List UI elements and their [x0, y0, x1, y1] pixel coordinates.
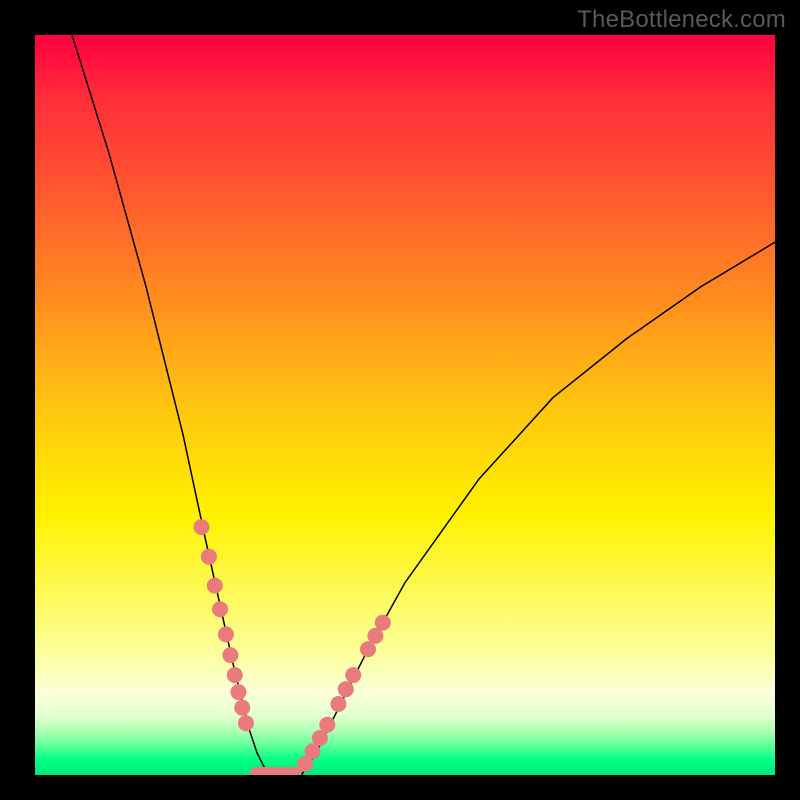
data-marker	[238, 715, 254, 731]
watermark-text: TheBottleneck.com	[577, 6, 786, 34]
bottleneck-curve	[72, 35, 775, 775]
data-marker	[231, 684, 247, 700]
data-marker	[222, 647, 238, 663]
data-marker	[207, 578, 223, 594]
curve-svg	[35, 35, 775, 775]
plot-area	[35, 35, 775, 775]
data-marker	[234, 700, 250, 716]
valley-bottom-band	[250, 767, 302, 775]
data-marker	[227, 667, 243, 683]
data-marker	[194, 519, 210, 535]
data-marker	[218, 626, 234, 642]
markers-group	[194, 519, 391, 772]
data-marker	[345, 667, 361, 683]
data-marker	[212, 601, 228, 617]
data-marker	[330, 696, 346, 712]
data-marker	[319, 717, 335, 733]
data-marker	[201, 549, 217, 565]
data-marker	[338, 681, 354, 697]
chart-container: TheBottleneck.com	[0, 0, 800, 800]
data-marker	[375, 615, 391, 631]
